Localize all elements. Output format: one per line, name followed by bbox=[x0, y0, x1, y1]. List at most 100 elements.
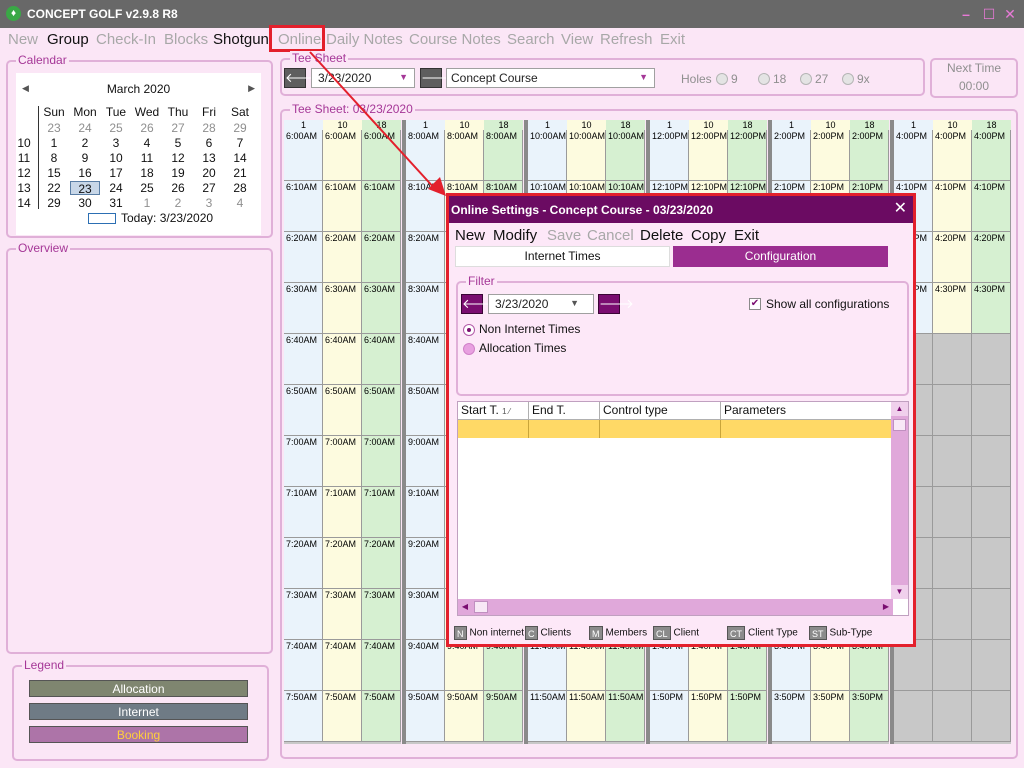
menu-group[interactable]: Group bbox=[47, 31, 89, 48]
holes-radio-9[interactable] bbox=[716, 73, 728, 85]
tee-time-slot[interactable]: 3:50PM bbox=[811, 691, 850, 742]
new-row-cell[interactable] bbox=[458, 420, 529, 438]
tee-time-slot[interactable]: 7:30AM bbox=[362, 589, 401, 640]
scroll-thumb[interactable] bbox=[893, 419, 906, 431]
calendar-day[interactable]: 27 bbox=[194, 181, 224, 195]
tee-time-slot[interactable]: 7:10AM bbox=[362, 487, 401, 538]
calendar-day[interactable]: 5 bbox=[163, 136, 193, 150]
tee-time-slot[interactable]: 4:00PM bbox=[933, 130, 972, 181]
tee-time-slot[interactable]: 1:50PM bbox=[728, 691, 767, 742]
scroll-thumb[interactable] bbox=[474, 601, 488, 613]
close-window-button[interactable]: ✕ bbox=[1001, 5, 1019, 23]
tee-time-slot[interactable]: 1:50PM bbox=[650, 691, 689, 742]
tee-time-slot[interactable]: 8:00AM bbox=[484, 130, 523, 181]
tee-time-slot[interactable]: 6:40AM bbox=[284, 334, 323, 385]
calendar-day[interactable]: 28 bbox=[194, 121, 224, 135]
tee-time-slot[interactable]: 9:40AM bbox=[445, 640, 484, 691]
tee-time-slot[interactable]: 8:30AM bbox=[406, 283, 445, 334]
col-header-parameters[interactable]: Parameters bbox=[721, 402, 893, 420]
calendar-day[interactable]: 3 bbox=[101, 136, 131, 150]
calendar-day[interactable]: 8 bbox=[39, 151, 69, 165]
tee-time-slot[interactable]: 12:00PM bbox=[650, 130, 689, 181]
tee-time-slot[interactable]: 3:50PM bbox=[850, 691, 889, 742]
calendar-day[interactable]: 11 bbox=[132, 151, 162, 165]
maximize-button[interactable]: ☐ bbox=[980, 5, 998, 23]
calendar-day[interactable]: 30 bbox=[70, 196, 100, 210]
dialog-close-button[interactable]: ✕ bbox=[894, 200, 907, 218]
tee-time-slot[interactable]: 7:00AM bbox=[323, 436, 362, 487]
tee-time-slot[interactable]: 9:50AM bbox=[406, 691, 445, 742]
holes-radio-18[interactable] bbox=[758, 73, 770, 85]
tee-time-slot[interactable]: 12:00PM bbox=[728, 130, 767, 181]
calendar-day[interactable]: 9 bbox=[70, 151, 100, 165]
tee-time-slot[interactable]: 8:00AM bbox=[445, 130, 484, 181]
tee-time-slot[interactable]: 6:10AM bbox=[362, 181, 401, 232]
tee-time-slot[interactable]: 1:40PM bbox=[689, 640, 728, 691]
minimize-button[interactable]: – bbox=[957, 5, 975, 23]
tab-configuration[interactable]: Configuration bbox=[673, 246, 888, 267]
today-label[interactable]: Today: 3/23/2020 bbox=[121, 211, 213, 225]
calendar-day[interactable]: 12 bbox=[163, 151, 193, 165]
menu-refresh[interactable]: Refresh bbox=[600, 31, 653, 48]
filter-prev-day-button[interactable]: 🡐 bbox=[461, 294, 497, 314]
tee-time-slot[interactable]: 1:50PM bbox=[689, 691, 728, 742]
tee-time-slot[interactable]: 2:00PM bbox=[772, 130, 811, 181]
tee-time-slot[interactable]: 11:50AM bbox=[567, 691, 606, 742]
calendar-day[interactable]: 27 bbox=[163, 121, 193, 135]
calendar-day[interactable]: 2 bbox=[70, 136, 100, 150]
menu-blocks[interactable]: Blocks bbox=[164, 31, 208, 48]
filter-next-day-button[interactable]: 🡒 bbox=[598, 294, 634, 314]
tee-time-slot[interactable]: 7:20AM bbox=[362, 538, 401, 589]
tee-time-slot[interactable]: 7:20AM bbox=[323, 538, 362, 589]
tee-time-slot[interactable]: 9:50AM bbox=[445, 691, 484, 742]
calendar-day[interactable]: 3 bbox=[194, 196, 224, 210]
tee-time-slot[interactable]: 7:40AM bbox=[362, 640, 401, 691]
tee-time-slot[interactable]: 7:30AM bbox=[284, 589, 323, 640]
tee-time-slot[interactable]: 9:10AM bbox=[406, 487, 445, 538]
tee-time-slot[interactable]: 11:40AM bbox=[567, 640, 606, 691]
calendar-day[interactable]: 4 bbox=[132, 136, 162, 150]
calendar-day[interactable]: 4 bbox=[225, 196, 255, 210]
calendar-day[interactable]: 29 bbox=[225, 121, 255, 135]
tee-time-slot[interactable]: 6:50AM bbox=[323, 385, 362, 436]
tee-time-slot[interactable]: 6:50AM bbox=[284, 385, 323, 436]
tee-time-slot[interactable]: 6:00AM bbox=[284, 130, 323, 181]
filter-date-picker[interactable]: 3/23/2020 ▼ bbox=[488, 294, 594, 314]
menu-shotgun[interactable]: Shotgun bbox=[213, 31, 269, 48]
calendar-day[interactable]: 2 bbox=[163, 196, 193, 210]
calendar-day[interactable]: 26 bbox=[132, 121, 162, 135]
calendar-day[interactable]: 7 bbox=[225, 136, 255, 150]
menu-exit[interactable]: Exit bbox=[660, 31, 685, 48]
calendar-day[interactable]: 1 bbox=[39, 136, 69, 150]
tee-time-slot[interactable]: 10:00AM bbox=[528, 130, 567, 181]
calendar-day[interactable]: 20 bbox=[194, 166, 224, 180]
menu-new[interactable]: New bbox=[8, 31, 38, 48]
tee-time-slot[interactable]: 10:00AM bbox=[567, 130, 606, 181]
dialog-menu-new[interactable]: New bbox=[455, 227, 485, 244]
tee-time-slot[interactable]: 4:20PM bbox=[972, 232, 1011, 283]
tee-time-slot[interactable]: 12:00PM bbox=[689, 130, 728, 181]
tee-time-slot[interactable]: 7:00AM bbox=[284, 436, 323, 487]
calendar-day[interactable]: 29 bbox=[39, 196, 69, 210]
tee-time-slot[interactable]: 7:20AM bbox=[284, 538, 323, 589]
calendar-day[interactable]: 22 bbox=[39, 181, 69, 195]
tee-time-slot[interactable]: 9:30AM bbox=[406, 589, 445, 640]
tee-time-slot[interactable]: 6:20AM bbox=[323, 232, 362, 283]
tee-time-slot[interactable]: 6:40AM bbox=[362, 334, 401, 385]
dialog-menu-exit[interactable]: Exit bbox=[734, 227, 759, 244]
tee-time-slot[interactable]: 7:40AM bbox=[323, 640, 362, 691]
tee-time-slot[interactable]: 8:20AM bbox=[406, 232, 445, 283]
tee-time-slot[interactable]: 6:20AM bbox=[284, 232, 323, 283]
tee-time-slot[interactable]: 9:40AM bbox=[484, 640, 523, 691]
tee-time-slot[interactable]: 9:50AM bbox=[484, 691, 523, 742]
calendar-day[interactable]: 23 bbox=[39, 121, 69, 135]
menu-view[interactable]: View bbox=[561, 31, 593, 48]
tee-time-slot[interactable]: 9:00AM bbox=[406, 436, 445, 487]
tee-time-slot[interactable]: 9:40AM bbox=[406, 640, 445, 691]
new-row-cell[interactable] bbox=[721, 420, 893, 438]
calendar-day[interactable]: 23 bbox=[70, 181, 100, 196]
vertical-scrollbar[interactable]: ▲ ▼ bbox=[891, 402, 908, 599]
tee-time-slot[interactable]: 7:50AM bbox=[284, 691, 323, 742]
dialog-menu-copy[interactable]: Copy bbox=[691, 227, 726, 244]
radio-non-internet-times[interactable] bbox=[463, 324, 475, 336]
